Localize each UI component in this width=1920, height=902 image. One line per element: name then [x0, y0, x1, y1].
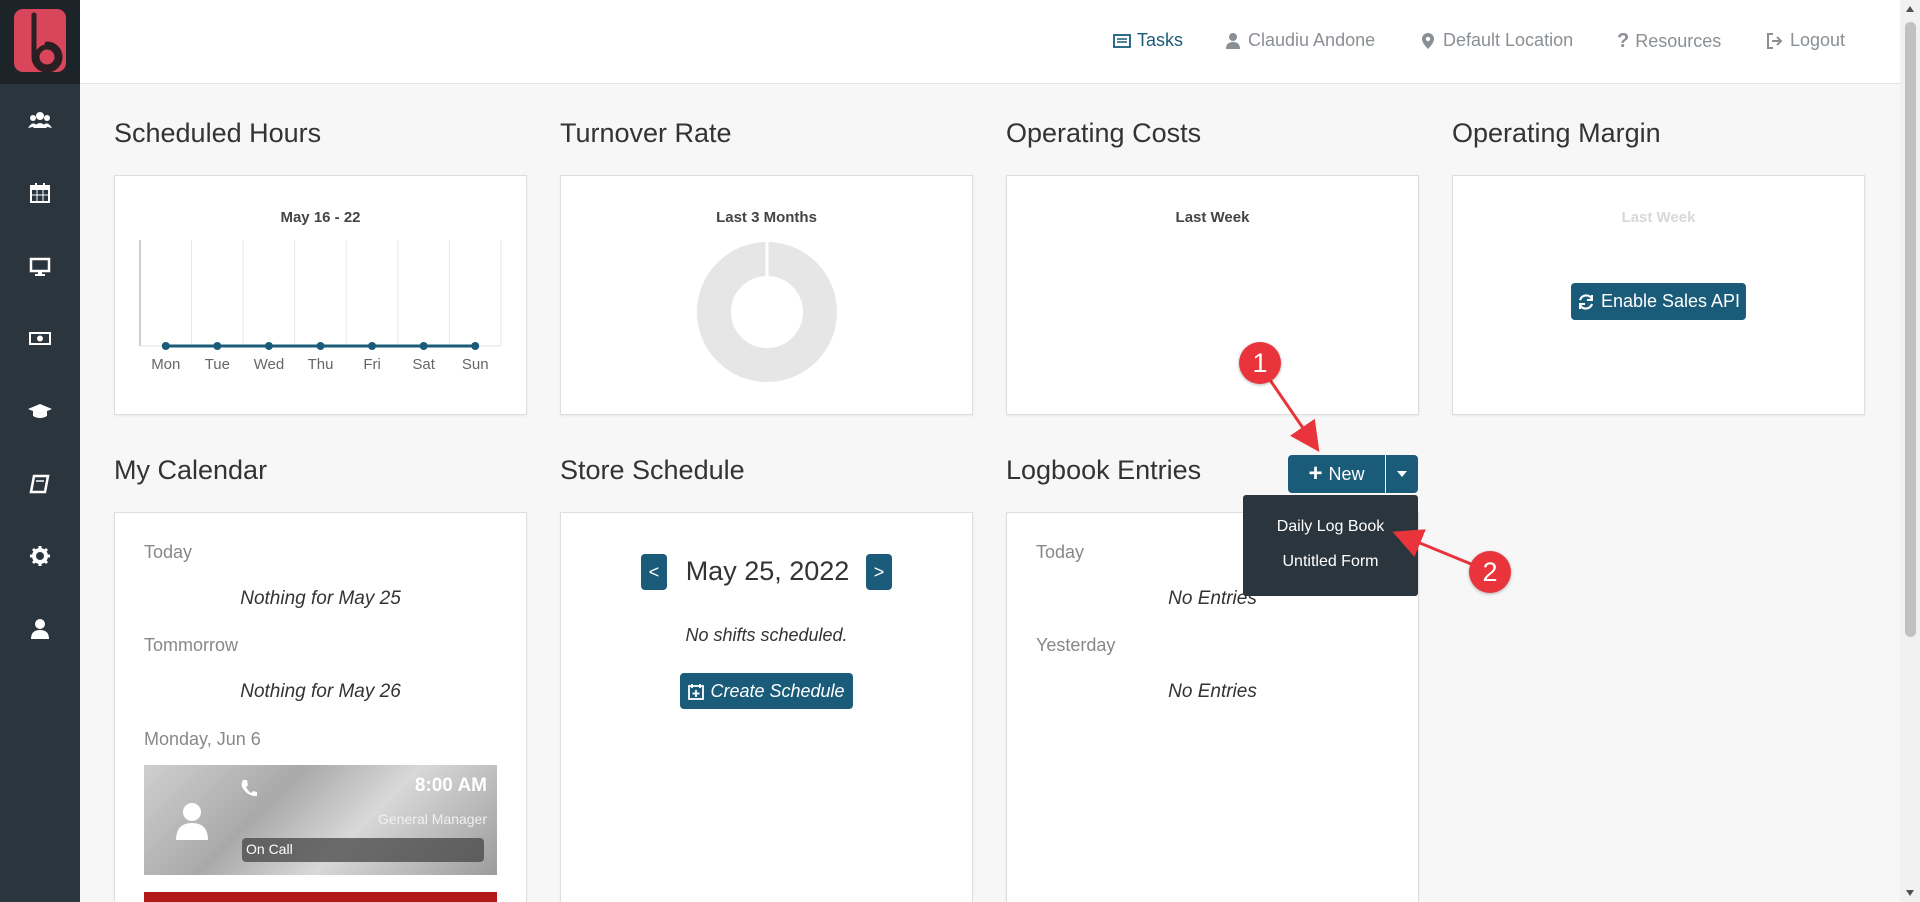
- annotation-marker-2: 2: [1469, 551, 1511, 593]
- annotation-arrows: [1268, 379, 1472, 566]
- scroll-up-arrow[interactable]: [1900, 0, 1920, 18]
- annotation-arrow-2: [1392, 529, 1472, 566]
- scrollbar-thumb[interactable]: [1905, 22, 1916, 637]
- annotation-marker-1: 1: [1239, 342, 1281, 384]
- annotation-arrow-1: [1268, 379, 1320, 452]
- scroll-down-icon: [1906, 890, 1914, 896]
- scroll-up-icon: [1906, 6, 1914, 12]
- scroll-down-arrow[interactable]: [1900, 884, 1920, 902]
